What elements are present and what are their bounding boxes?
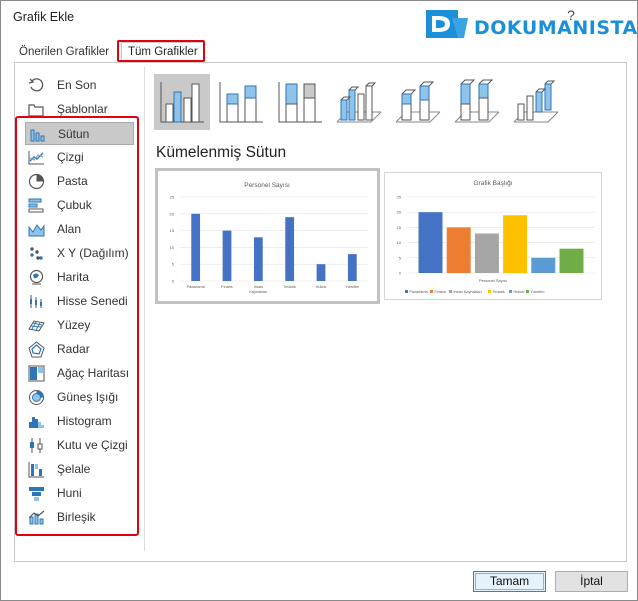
x-tick-label: Finans bbox=[221, 285, 232, 289]
chart-title: Personel Sayısı bbox=[244, 182, 290, 189]
tab-recommended-charts[interactable]: Önerilen Grafikler bbox=[13, 43, 115, 62]
recent-icon bbox=[28, 78, 44, 92]
ok-button[interactable]: Tamam bbox=[473, 571, 546, 592]
chart-title: Grafik Başlığı bbox=[473, 180, 512, 187]
category-recent[interactable]: En Son bbox=[25, 74, 134, 97]
chart-preview-2-svg: Grafik Başlığı 0 5 10 15 20 25 Personel Sayısı P… bbox=[397, 180, 595, 294]
3d-column-icon bbox=[513, 80, 559, 123]
legend-entry: Finans bbox=[435, 290, 446, 294]
x-tick-label: Hukuk bbox=[316, 285, 327, 289]
category-label: Şablonlar bbox=[57, 102, 108, 116]
subtype-3d-stacked-column[interactable] bbox=[390, 74, 446, 130]
category-label: En Son bbox=[57, 78, 97, 92]
panel-divider bbox=[144, 67, 145, 551]
logo-icon bbox=[426, 10, 468, 38]
y-tick-label: 25 bbox=[397, 195, 402, 200]
legend-entry: Tedarik bbox=[493, 290, 505, 294]
x-tick-label: Tedarik bbox=[284, 285, 296, 289]
subtype-100-stacked-column[interactable] bbox=[272, 74, 328, 130]
legend-swatch bbox=[526, 290, 529, 293]
y-tick-label: 20 bbox=[397, 210, 402, 215]
bar bbox=[559, 248, 584, 273]
subtype-3d-clustered-column[interactable] bbox=[331, 74, 387, 130]
3d-100-stacked-column-icon bbox=[454, 79, 500, 123]
clustered-column-icon bbox=[160, 82, 204, 123]
bar bbox=[191, 213, 201, 281]
x-tick-label-line2: Kaynakları bbox=[249, 290, 267, 294]
bar bbox=[347, 254, 357, 281]
subtype-3d-column[interactable] bbox=[508, 74, 564, 130]
chart-preview-2[interactable]: Grafik Başlığı 0 5 10 15 20 25 Personel Sayısı P… bbox=[384, 172, 602, 300]
subtype-3d-100-stacked-column[interactable] bbox=[449, 74, 505, 130]
chart-preview-1[interactable]: Personel Sayısı 0 5 10 15 20 25 Pazarlama Finans… bbox=[155, 168, 380, 304]
legend-entry: Pazarlama bbox=[410, 290, 429, 294]
y-tick-label: 10 bbox=[397, 240, 402, 245]
x-tick-label: Pazarlama bbox=[187, 285, 206, 289]
subtype-stacked-column[interactable] bbox=[213, 74, 269, 130]
legend-swatch bbox=[430, 290, 433, 293]
logo-text: DOKUMANISTAN bbox=[474, 17, 638, 39]
cancel-button[interactable]: İptal bbox=[555, 571, 628, 592]
legend-swatch bbox=[405, 290, 408, 293]
bar bbox=[503, 215, 528, 273]
3d-clustered-column-icon bbox=[336, 82, 382, 123]
insert-chart-dialog: Grafik Ekle ? DOKUMANISTAN Önerilen Graf… bbox=[0, 0, 638, 601]
bar bbox=[446, 227, 471, 273]
x-tick-label: İnsan bbox=[254, 284, 263, 289]
y-tick-label: 0 bbox=[399, 271, 402, 276]
x-axis-category-label: Personel Sayısı bbox=[479, 278, 507, 283]
bar bbox=[316, 264, 326, 281]
100-stacked-column-icon bbox=[278, 82, 322, 123]
selected-chart-type-name: Kümelenmiş Sütun bbox=[156, 144, 287, 161]
stacked-column-icon bbox=[219, 82, 263, 123]
tab-highlight-box bbox=[117, 40, 205, 62]
y-tick-label: 5 bbox=[399, 255, 402, 260]
bar bbox=[531, 257, 556, 273]
legend-swatch bbox=[509, 290, 512, 293]
y-tick-label: 25 bbox=[170, 195, 175, 200]
3d-stacked-column-icon bbox=[395, 81, 441, 123]
y-tick-label: 15 bbox=[170, 228, 175, 233]
bar bbox=[474, 233, 499, 273]
legend-entry: İnsan Kaynakları bbox=[454, 289, 482, 294]
x-tick-label: Yönetim bbox=[345, 285, 359, 289]
legend-entry: Hukuk bbox=[514, 290, 525, 294]
bar bbox=[285, 217, 295, 281]
category-highlight-box bbox=[15, 116, 139, 536]
y-tick-label: 20 bbox=[170, 211, 175, 216]
y-tick-label: 10 bbox=[170, 245, 175, 250]
y-tick-label: 5 bbox=[172, 262, 175, 267]
y-tick-label: 15 bbox=[397, 225, 402, 230]
y-tick-label: 0 bbox=[172, 279, 175, 284]
bar bbox=[222, 230, 232, 281]
dialog-title: Grafik Ekle bbox=[13, 10, 75, 24]
legend-swatch bbox=[488, 290, 491, 293]
bar bbox=[418, 212, 443, 273]
watermark-logo: DOKUMANISTAN bbox=[424, 8, 638, 44]
legend-swatch bbox=[449, 290, 452, 293]
legend-entry: Yönetim bbox=[531, 290, 545, 294]
bar bbox=[253, 237, 263, 281]
subtype-clustered-column[interactable] bbox=[154, 74, 210, 130]
chart-preview-1-svg: Personel Sayısı 0 5 10 15 20 25 Pazarlama Finans… bbox=[170, 182, 368, 294]
